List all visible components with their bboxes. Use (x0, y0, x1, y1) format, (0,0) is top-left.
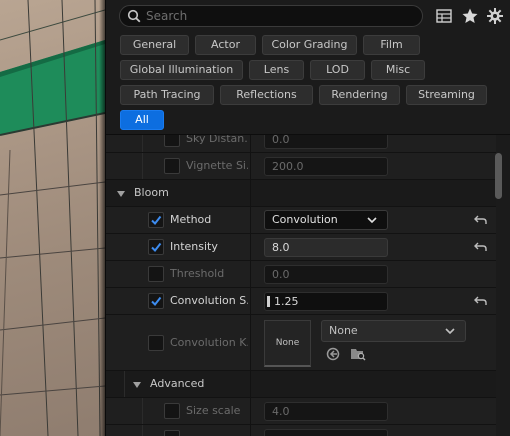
property-row-intensity: Intensity 8.0 (106, 234, 496, 261)
threshold-field[interactable]: 0.0 (264, 265, 388, 284)
table-view-icon[interactable] (435, 7, 453, 25)
filter-global-illumination[interactable]: Global Illumination (120, 60, 243, 80)
details-toolbar (106, 0, 510, 32)
vignette-override-checkbox[interactable] (164, 158, 180, 174)
convolution-scale-field[interactable]: 1.25 (264, 292, 388, 311)
convolution-kernel-override-checkbox[interactable] (148, 335, 164, 351)
size-scale-label: Size scale (186, 404, 241, 417)
checkmark-icon (151, 215, 162, 226)
convolution-scale-override-checkbox[interactable] (148, 293, 164, 309)
filter-path-tracing[interactable]: Path Tracing (120, 85, 214, 105)
asset-picker-value: None (329, 324, 358, 337)
filter-general[interactable]: General (120, 35, 189, 55)
filter-rendering[interactable]: Rendering (319, 85, 400, 105)
sky-distance-field[interactable]: 0.0 (264, 135, 388, 149)
level-viewport[interactable] (0, 0, 105, 436)
partial-row-checkbox[interactable] (164, 430, 180, 436)
scrollbar-thumb[interactable] (495, 153, 502, 199)
search-input[interactable] (146, 7, 416, 25)
filter-streaming[interactable]: Streaming (406, 85, 487, 105)
vignette-field[interactable]: 200.0 (264, 157, 388, 176)
property-row-partial (106, 425, 496, 436)
filter-lod[interactable]: LOD (310, 60, 365, 80)
property-row-convolution-scale: Convolution S... 1.25 (106, 288, 496, 315)
asset-thumbnail[interactable]: None (264, 320, 311, 367)
chevron-down-icon (445, 328, 455, 335)
browse-asset-icon[interactable] (350, 347, 366, 361)
reset-to-default-icon[interactable] (474, 213, 488, 227)
search-box[interactable] (119, 5, 423, 27)
partial-row-field[interactable] (264, 429, 388, 436)
vignette-label: Vignette Si... (186, 159, 248, 172)
expand-arrow-icon (133, 382, 141, 388)
slider-fill (267, 296, 270, 307)
expand-arrow-icon (117, 191, 125, 197)
checkmark-icon (151, 242, 162, 253)
property-list: Sky Distan... 0.0 Vignette Si... 200.0 B… (106, 135, 496, 436)
reset-to-default-icon[interactable] (474, 294, 488, 308)
favorites-star-icon[interactable] (461, 7, 479, 25)
reset-to-default-icon[interactable] (474, 240, 488, 254)
intensity-label: Intensity (170, 240, 218, 253)
settings-gear-icon[interactable] (486, 7, 504, 25)
property-row-threshold: Threshold 0.0 (106, 261, 496, 288)
threshold-label: Threshold (170, 267, 225, 280)
search-icon (127, 9, 141, 23)
intensity-override-checkbox[interactable] (148, 239, 164, 255)
property-row-method: Method Convolution (106, 207, 496, 234)
advanced-category-label: Advanced (150, 377, 205, 390)
filter-all[interactable]: All (120, 110, 164, 130)
filter-lens[interactable]: Lens (249, 60, 304, 80)
filter-reflections[interactable]: Reflections (220, 85, 313, 105)
method-label: Method (170, 213, 212, 226)
asset-picker-dropdown[interactable]: None (321, 320, 466, 342)
size-scale-override-checkbox[interactable] (164, 403, 180, 419)
method-value: Convolution (272, 213, 338, 226)
sky-distance-label: Sky Distan... (186, 135, 248, 145)
convolution-kernel-label: Convolution K... (170, 336, 248, 349)
property-row-sky-distance: Sky Distan... 0.0 (106, 135, 496, 153)
threshold-override-checkbox[interactable] (148, 266, 164, 282)
category-bloom[interactable]: Bloom (106, 180, 496, 207)
method-dropdown[interactable]: Convolution (264, 210, 388, 230)
checkmark-icon (151, 296, 162, 307)
filter-misc[interactable]: Misc (371, 60, 425, 80)
convolution-scale-value: 1.25 (274, 295, 299, 308)
sky-distance-override-checkbox[interactable] (164, 135, 180, 147)
details-panel: General Actor Color Grading Film Global … (105, 0, 510, 436)
filter-actor[interactable]: Actor (195, 35, 256, 55)
viewport-scene (0, 0, 105, 436)
property-row-size-scale: Size scale 4.0 (106, 398, 496, 425)
chevron-down-icon (367, 217, 377, 224)
filter-color-grading[interactable]: Color Grading (262, 35, 357, 55)
intensity-field[interactable]: 8.0 (264, 238, 388, 257)
size-scale-field[interactable]: 4.0 (264, 402, 388, 421)
method-override-checkbox[interactable] (148, 212, 164, 228)
property-row-vignette: Vignette Si... 200.0 (106, 153, 496, 180)
filter-film[interactable]: Film (363, 35, 420, 55)
bloom-category-label: Bloom (134, 186, 169, 199)
convolution-scale-label: Convolution S... (170, 294, 248, 307)
use-selected-asset-icon[interactable] (326, 347, 340, 361)
category-advanced[interactable]: Advanced (106, 371, 496, 398)
property-row-convolution-kernel: Convolution K... None None (106, 315, 496, 371)
